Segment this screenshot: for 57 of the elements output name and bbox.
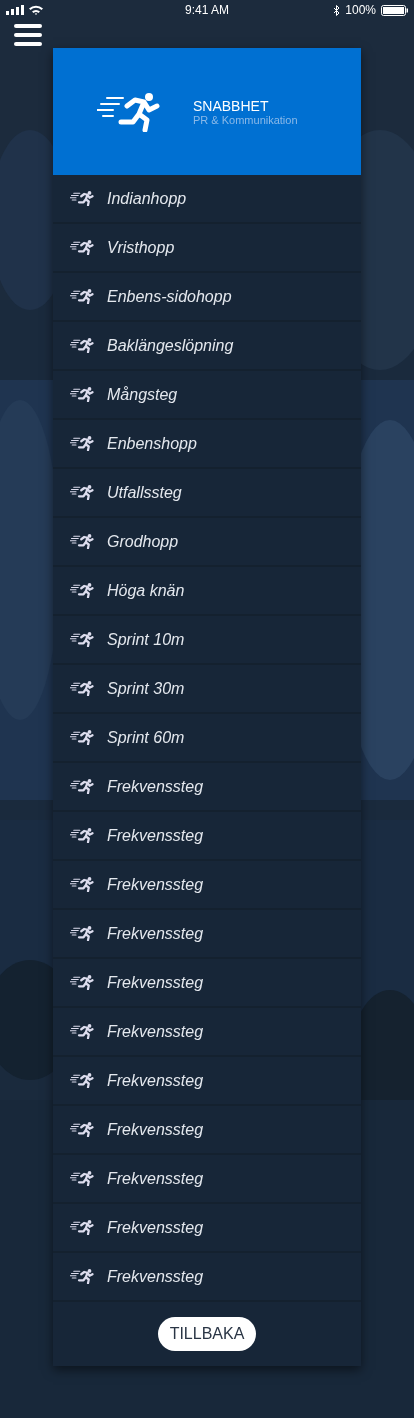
runner-icon xyxy=(70,534,94,549)
runner-icon xyxy=(70,1024,94,1039)
exercise-item[interactable]: Grodhopp xyxy=(53,518,361,567)
exercise-item[interactable]: Sprint 60m xyxy=(53,714,361,763)
exercise-item[interactable]: Utfallssteg xyxy=(53,469,361,518)
runner-icon xyxy=(70,1269,94,1284)
bluetooth-icon xyxy=(333,4,341,16)
exercise-item[interactable]: Enbenshopp xyxy=(53,420,361,469)
exercise-item[interactable]: Frekvenssteg xyxy=(53,1253,361,1302)
runner-icon xyxy=(70,1073,94,1088)
runner-icon xyxy=(70,485,94,500)
exercise-item[interactable]: Frekvenssteg xyxy=(53,1155,361,1204)
exercise-item[interactable]: Sprint 30m xyxy=(53,665,361,714)
exercise-item[interactable]: Frekvenssteg xyxy=(53,1008,361,1057)
exercise-item[interactable]: Frekvenssteg xyxy=(53,763,361,812)
exercise-item[interactable]: Vristhopp xyxy=(53,224,361,273)
runner-icon xyxy=(70,828,94,843)
exercise-item[interactable]: Frekvenssteg xyxy=(53,812,361,861)
exercise-item[interactable]: Frekvenssteg xyxy=(53,1106,361,1155)
exercise-item[interactable]: Sprint 10m xyxy=(53,616,361,665)
runner-icon xyxy=(70,436,94,451)
runner-icon xyxy=(70,583,94,598)
runner-icon xyxy=(70,632,94,647)
wifi-icon xyxy=(29,5,43,15)
runner-icon xyxy=(70,1220,94,1235)
runner-icon xyxy=(70,730,94,745)
status-time: 9:41 AM xyxy=(185,3,229,17)
runner-icon xyxy=(70,240,94,255)
runner-icon xyxy=(70,1171,94,1186)
back-button[interactable]: TILLBAKA xyxy=(157,1317,257,1351)
signal-icon xyxy=(6,5,25,15)
exercise-item[interactable]: Indianhopp xyxy=(53,175,361,224)
exercise-item[interactable]: Höga knän xyxy=(53,567,361,616)
runner-icon xyxy=(97,91,161,132)
exercise-item[interactable]: Frekvenssteg xyxy=(53,1057,361,1106)
runner-icon xyxy=(70,926,94,941)
exercise-item[interactable]: Enbens-sidohopp xyxy=(53,273,361,322)
battery-percent: 100% xyxy=(345,3,376,17)
runner-icon xyxy=(70,387,94,402)
exercise-item[interactable]: Mångsteg xyxy=(53,371,361,420)
header-subtitle: PR & Kommunikation xyxy=(193,113,298,126)
runner-icon xyxy=(70,877,94,892)
exercise-item[interactable]: Frekvenssteg xyxy=(53,1204,361,1253)
runner-icon xyxy=(70,779,94,794)
runner-icon xyxy=(70,289,94,304)
exercise-item[interactable]: Frekvenssteg xyxy=(53,959,361,1008)
runner-icon xyxy=(70,1122,94,1137)
exercise-item[interactable]: Frekvenssteg xyxy=(53,910,361,959)
header-title: SNABBHET xyxy=(193,97,270,114)
runner-icon xyxy=(70,681,94,696)
exercise-item[interactable]: Frekvenssteg xyxy=(53,861,361,910)
battery-icon xyxy=(381,4,408,16)
exercise-item[interactable]: Baklängeslöpning xyxy=(53,322,361,371)
runner-icon xyxy=(70,338,94,353)
runner-icon xyxy=(70,975,94,990)
menu-button[interactable] xyxy=(14,22,42,48)
runner-icon xyxy=(70,191,94,206)
